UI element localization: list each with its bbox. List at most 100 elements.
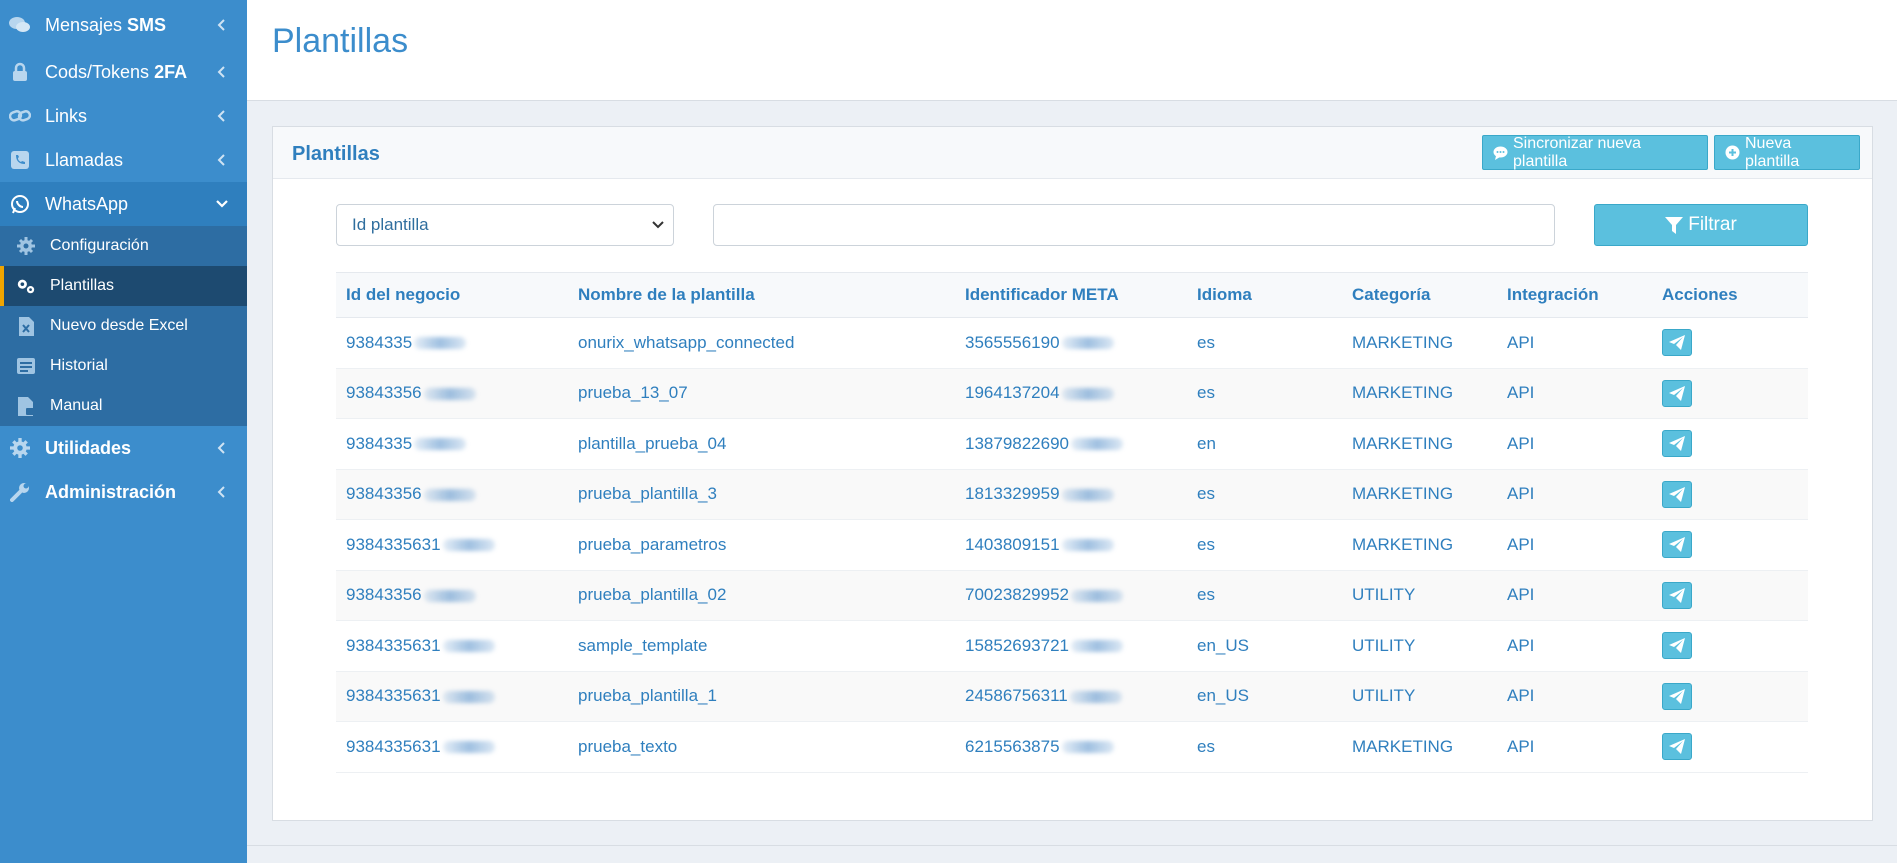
redacted-blur [1061,387,1114,400]
send-template-button[interactable] [1662,733,1692,761]
send-template-button[interactable] [1662,430,1692,458]
table-row: 9384335631 sample_template 15852693721 e… [336,620,1808,672]
sidebar-item-nuevo-desde-excel[interactable]: Nuevo desde Excel [0,306,247,346]
nav-mensajes-sms[interactable]: Mensajes SMS [0,0,247,50]
meta-id-cell: 1964137204 [955,368,1187,419]
redacted-blur [442,690,495,703]
category-cell: MARKETING [1342,519,1497,571]
language-cell: es [1187,721,1342,773]
category-cell: MARKETING [1342,368,1497,419]
gear-icon [16,236,36,256]
template-name-cell: plantilla_prueba_04 [568,418,955,470]
table-row: 9384335 onurix_whatsapp_connected 356555… [336,317,1808,369]
nav-links[interactable]: Links [0,94,247,138]
sidebar: Mensajes SMS Cods/Tokens 2FA Links Llama… [0,0,247,863]
nav-whatsapp[interactable]: WhatsApp [0,182,247,226]
redacted-blur [423,387,476,400]
nav-cods-tokens-2fa[interactable]: Cods/Tokens 2FA [0,50,247,94]
history-icon [16,356,36,376]
chevron-down-icon [216,200,228,208]
col-header-meta-id[interactable]: Identificador META [955,272,1187,318]
meta-id-cell: 15852693721 [955,620,1187,672]
sidebar-item-label: Historial [50,357,108,374]
actions-cell [1652,519,1808,571]
link-icon [9,105,31,127]
nav-utilidades[interactable]: Utilidades [0,426,247,470]
chevron-left-icon [217,110,225,122]
integration-cell: API [1497,519,1652,571]
sidebar-item-plantillas[interactable]: Plantillas [0,266,247,306]
sidebar-item-configuracion[interactable]: Configuración [0,226,247,266]
table-header-row: Id del negocio Nombre de la plantilla Id… [336,272,1808,318]
meta-id-cell: 13879822690 [955,418,1187,470]
redacted-blur [442,539,495,552]
language-cell: es [1187,317,1342,369]
col-header-language[interactable]: Idioma [1187,272,1342,318]
col-header-business-id[interactable]: Id del negocio [336,272,568,318]
actions-cell [1652,317,1808,369]
template-name-cell: prueba_plantilla_02 [568,570,955,621]
template-name-cell: prueba_parametros [568,519,955,571]
chevron-down-icon [652,221,664,229]
redacted-blur [1061,539,1114,552]
nav-label: Mensajes SMS [45,14,167,35]
category-cell: UTILITY [1342,671,1497,722]
col-header-category[interactable]: Categoría [1342,272,1497,318]
table-row: 93843356 prueba_plantilla_02 70023829952… [336,570,1808,621]
page-title: Plantillas [272,22,409,60]
meta-id-cell: 6215563875 [955,721,1187,773]
language-cell: es [1187,368,1342,419]
meta-id-cell: 70023829952 [955,570,1187,621]
chevron-left-icon [217,154,225,166]
send-template-button[interactable] [1662,379,1692,407]
filter-value-input[interactable] [713,204,1555,246]
chevron-left-icon [217,19,225,31]
redacted-blur [442,640,495,653]
redacted-blur [414,337,467,350]
meta-id-cell: 3565556190 [955,317,1187,369]
paper-plane-icon [1669,335,1685,351]
nav-llamadas[interactable]: Llamadas [0,138,247,182]
filter-field-select[interactable]: Id plantilla [336,204,674,246]
send-template-button[interactable] [1662,632,1692,660]
templates-card: Plantillas Sincronizar nueva plantilla N… [272,126,1873,821]
sidebar-item-manual[interactable]: Manual [0,386,247,426]
chevron-left-icon [217,442,225,454]
sidebar-item-label: Plantillas [50,277,115,294]
business-id-cell: 9384335631 [336,519,568,571]
redacted-blur [1061,337,1114,350]
business-id-cell: 9384335631 [336,620,568,672]
template-name-cell: prueba_plantilla_3 [568,469,955,520]
actions-cell [1652,469,1808,520]
meta-id-cell: 24586756311 [955,671,1187,722]
redacted-blur [1071,438,1124,451]
language-cell: es [1187,519,1342,571]
send-template-button[interactable] [1662,329,1692,357]
template-name-cell: prueba_texto [568,721,955,773]
col-header-template-name[interactable]: Nombre de la plantilla [568,272,955,318]
whatsapp-icon [9,193,31,215]
business-id-cell: 93843356 [336,469,568,520]
send-template-button[interactable] [1662,682,1692,710]
send-template-button[interactable] [1662,480,1692,508]
new-template-button[interactable]: Nueva plantilla [1714,135,1860,170]
paper-plane-icon [1669,537,1685,553]
new-button-label: Nueva plantilla [1745,134,1800,170]
nav-label: Utilidades [45,437,132,458]
comment-icon [1493,146,1508,160]
redacted-blur [1071,640,1124,653]
template-name-cell: onurix_whatsapp_connected [568,317,955,369]
integration-cell: API [1497,570,1652,621]
col-header-integration[interactable]: Integración [1497,272,1652,318]
redacted-blur [1061,741,1114,754]
sync-template-button[interactable]: Sincronizar nueva plantilla [1482,135,1708,170]
filter-button[interactable]: Filtrar [1594,204,1808,246]
sidebar-item-historial[interactable]: Historial [0,346,247,386]
col-header-actions: Acciones [1652,272,1808,318]
send-template-button[interactable] [1662,581,1692,609]
redacted-blur [1061,488,1114,501]
integration-cell: API [1497,620,1652,672]
nav-administracion[interactable]: Administración [0,470,247,514]
send-template-button[interactable] [1662,531,1692,559]
phone-icon [9,149,31,171]
